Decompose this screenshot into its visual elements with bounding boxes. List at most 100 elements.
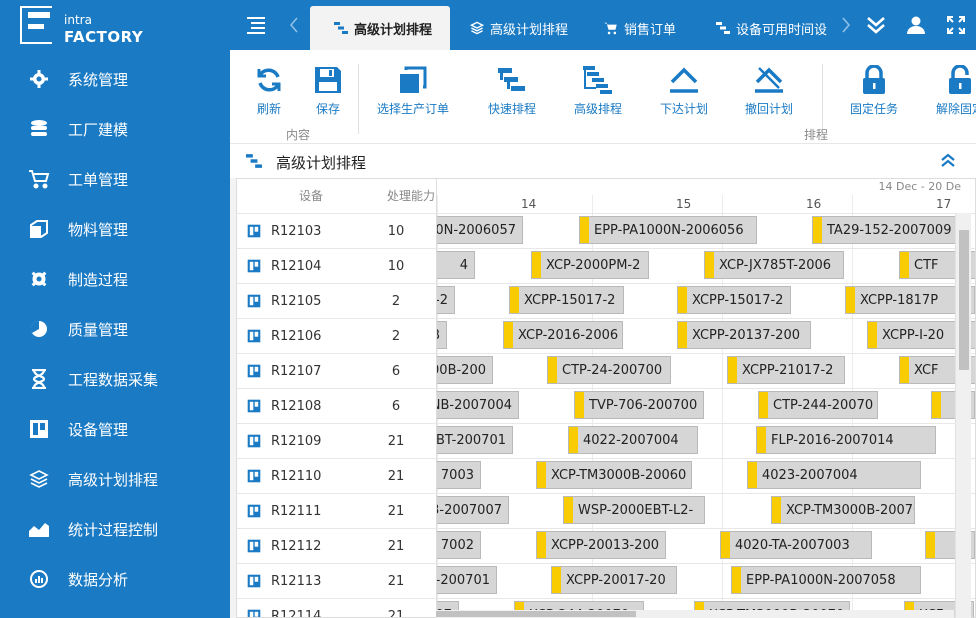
release-plan-button[interactable]: 下达计划 — [660, 64, 708, 117]
task-bar[interactable]: EPP-PA1000N-2007058 — [731, 566, 921, 594]
resource-row[interactable]: R12103 10 — [237, 213, 437, 248]
row-gridline — [437, 388, 975, 389]
task-bar[interactable]: XCP-TM3000B-20070 — [771, 496, 915, 524]
tool-label: 选择生产订单 — [377, 102, 450, 116]
task-bar[interactable]: EPP-PA1000N-2006056 — [579, 216, 757, 244]
tab-aps[interactable]: 高级计划排程 — [470, 6, 568, 50]
quick-schedule-button[interactable]: 快速排程 — [488, 64, 536, 117]
logo[interactable]: intra FACTORY — [0, 0, 230, 52]
sidebar-item-system[interactable]: 系统管理 — [0, 54, 230, 104]
select-order-button[interactable]: 选择生产订单 — [377, 64, 449, 117]
sidebar-item-data-collection[interactable]: 工程数据采集 — [0, 354, 230, 404]
resource-row[interactable]: R12107 6 — [237, 353, 437, 388]
sidebar-item-manufacturing[interactable]: 制造过程 — [0, 254, 230, 304]
task-bar[interactable]: XCP-TM3000B-20060 — [536, 461, 692, 489]
task-bar[interactable]: 000B-200 — [437, 356, 493, 384]
collapse-up-icon[interactable] — [940, 152, 956, 172]
tab-aps-active[interactable]: 高级计划排程 — [310, 6, 451, 50]
tool-label: 解除固定 — [936, 102, 976, 116]
gauge-icon — [28, 568, 50, 590]
double-chevron-down-icon[interactable] — [864, 13, 888, 37]
task-bar[interactable]: XCPP-15017-2 — [677, 286, 791, 314]
resource-capacity: 21 — [387, 573, 405, 589]
task-label: XCPP-20137-200 — [692, 327, 800, 343]
day-label: 14 — [521, 197, 537, 211]
task-bar[interactable]: FLP-2016-2007014 — [756, 426, 936, 454]
tab-label: 高级计划排程 — [490, 22, 569, 38]
sidebar-item-factory-modeling[interactable]: 工厂建模 — [0, 104, 230, 154]
task-status-marker — [748, 462, 757, 488]
task-bar[interactable]: 017-200701 — [437, 566, 497, 594]
task-bar[interactable]: 4023-2007004 — [747, 461, 921, 489]
menu-toggle-icon[interactable] — [244, 13, 268, 37]
scroll-thumb[interactable] — [436, 611, 636, 617]
task-bar[interactable]: XCPP-21017-2 — [727, 356, 845, 384]
user-icon[interactable] — [904, 13, 928, 37]
refresh-button[interactable]: 刷新 — [252, 64, 286, 117]
unfix-task-button[interactable]: 解除固定 — [936, 64, 976, 117]
sidebar-item-aps[interactable]: 高级计划排程 — [0, 454, 230, 504]
task-bar[interactable]: 0EBT-200701 — [437, 426, 513, 454]
sidebar-item-material[interactable]: 物料管理 — [0, 204, 230, 254]
resource-row[interactable]: R12104 10 — [237, 248, 437, 283]
board-icon — [247, 469, 261, 483]
task-status-marker — [926, 532, 935, 558]
withdraw-plan-button[interactable]: 撤回计划 — [745, 64, 793, 117]
sidebar-item-spc[interactable]: 统计过程控制 — [0, 504, 230, 554]
task-bar[interactable]: 4 — [437, 251, 475, 279]
sidebar-item-equipment[interactable]: 设备管理 — [0, 404, 230, 454]
horizontal-scrollbar[interactable] — [436, 610, 954, 618]
task-bar[interactable]: NB-2007004 — [437, 391, 519, 419]
task-label: XCPP-I-20 — [882, 327, 945, 343]
task-bar[interactable]: XCPP-20137-200 — [677, 321, 811, 349]
scroll-thumb[interactable] — [959, 230, 969, 370]
resource-row[interactable]: R12111 21 — [237, 493, 437, 528]
resource-row[interactable]: R12112 21 — [237, 528, 437, 563]
task-bar[interactable]: XCPP-20013-200 — [536, 531, 666, 559]
task-bar[interactable]: XCP-2016-2006 — [503, 321, 623, 349]
resource-row[interactable]: R12113 21 — [237, 563, 437, 598]
board-icon — [247, 294, 261, 308]
tab-scroll-left-icon[interactable] — [282, 13, 306, 37]
task-bar[interactable]: 4-2 — [437, 286, 455, 314]
task-bar[interactable]: 0B — [437, 321, 447, 349]
resource-row[interactable]: R12108 6 — [237, 388, 437, 423]
task-bar[interactable]: TVP-706-200700 — [574, 391, 704, 419]
column-header-capacity[interactable]: 处理能力 — [387, 179, 435, 213]
task-bar[interactable]: XCPP-20017-20 — [551, 566, 677, 594]
row-gridline — [437, 458, 975, 459]
sidebar-item-quality[interactable]: 质量管理 — [0, 304, 230, 354]
task-bar[interactable]: 3-2007007 — [437, 496, 509, 524]
resource-row[interactable]: R12110 21 — [237, 458, 437, 493]
advanced-schedule-button[interactable]: 高级排程 — [574, 64, 622, 117]
resource-row[interactable]: R12105 2 — [237, 283, 437, 318]
task-bar[interactable]: CTP-244-20070 — [758, 391, 878, 419]
row-gridline — [437, 563, 975, 564]
tab-scroll-right-icon[interactable] — [834, 13, 858, 37]
task-bar[interactable]: XCP-2000PM-2 — [531, 251, 649, 279]
resource-row[interactable]: R12109 21 — [237, 423, 437, 458]
sidebar-item-work-order[interactable]: 工单管理 — [0, 154, 230, 204]
task-bar[interactable]: 4020-TA-2007003 — [720, 531, 872, 559]
column-header-device[interactable]: 设备 — [299, 179, 323, 213]
fix-task-button[interactable]: 固定任务 — [850, 64, 898, 117]
task-bar[interactable]: 7003 — [437, 461, 481, 489]
task-bar[interactable]: WSP-2000EBT-L2- — [563, 496, 705, 524]
task-bar[interactable]: 7002 — [437, 531, 481, 559]
task-bar[interactable]: CTP-24-200700 — [547, 356, 671, 384]
task-bar[interactable]: XCP-JX785T-2006 — [704, 251, 844, 279]
group-label-schedule: 排程 — [804, 128, 829, 142]
tab-sales-order[interactable]: 销售订单 — [604, 6, 676, 50]
sidebar-item-analytics[interactable]: 数据分析 — [0, 554, 230, 604]
resource-row[interactable]: R12106 2 — [237, 318, 437, 353]
save-button[interactable]: 保存 — [311, 64, 345, 117]
fullscreen-icon[interactable] — [944, 13, 968, 37]
task-bar[interactable]: 00N-2006057 — [437, 216, 523, 244]
task-bar[interactable]: XCPP-15017-2 — [509, 286, 624, 314]
tab-equipment-time[interactable]: 设备可用时间设 — [716, 6, 827, 50]
task-bar[interactable]: 4022-2007004 — [568, 426, 698, 454]
task-label: XCP-TM3000B-20070 — [786, 502, 915, 518]
task-bar[interactable]: TA29-152-2007009 — [812, 216, 958, 244]
vertical-scrollbar[interactable] — [955, 213, 971, 618]
resource-row[interactable]: R12114 21 — [237, 598, 437, 617]
